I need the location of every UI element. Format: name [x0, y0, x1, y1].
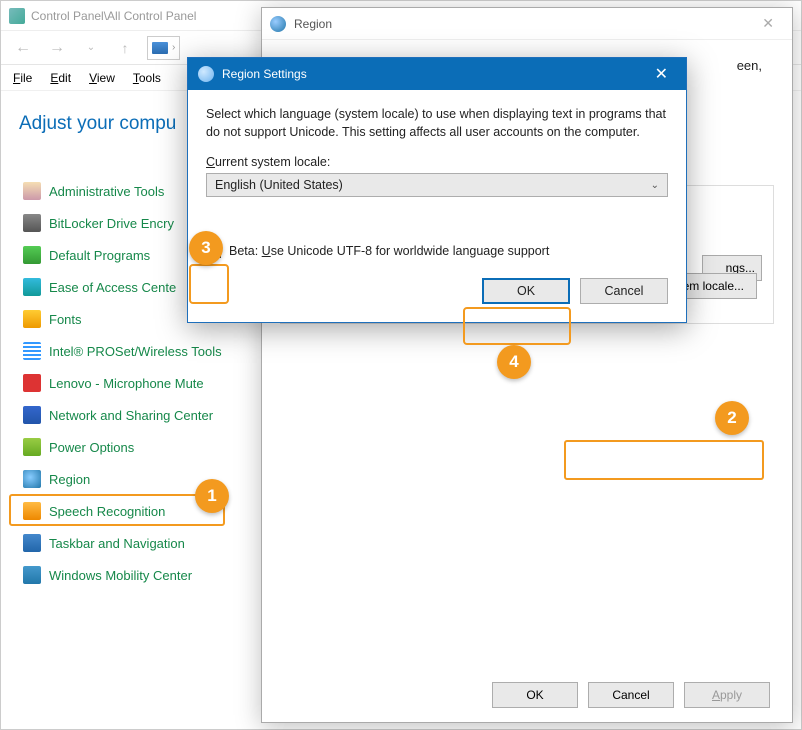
cp-item-label: Lenovo - Microphone Mute: [49, 376, 204, 391]
menu-view[interactable]: View: [89, 71, 115, 85]
cp-item-label: Windows Mobility Center: [49, 568, 192, 583]
step-badge-4: 4: [497, 345, 531, 379]
locale-label: Current system locale:: [206, 155, 668, 169]
cp-item-label: Network and Sharing Center: [49, 408, 213, 423]
close-icon[interactable]: ✕: [752, 11, 784, 36]
control-panel-icon: [9, 8, 25, 24]
rs-cancel-button[interactable]: Cancel: [580, 278, 668, 304]
ease-of-access-icon: [23, 278, 41, 296]
network-icon: [23, 406, 41, 424]
admin-tools-icon: [23, 182, 41, 200]
cp-item-label: Speech Recognition: [49, 504, 165, 519]
recent-dropdown-icon[interactable]: ⌄: [79, 36, 103, 60]
address-bar[interactable]: ›: [147, 36, 180, 60]
up-icon[interactable]: ↑: [113, 36, 137, 60]
step-badge-3: 3: [189, 231, 223, 265]
region-icon: [23, 470, 41, 488]
back-icon[interactable]: ←: [11, 36, 35, 60]
cp-item-label: Administrative Tools: [49, 184, 164, 199]
address-icon: [152, 42, 168, 54]
rs-title: Region Settings: [222, 67, 307, 81]
cp-item-label: Fonts: [49, 312, 82, 327]
forward-icon[interactable]: →: [45, 36, 69, 60]
lenovo-icon: [23, 374, 41, 392]
menu-tools[interactable]: Tools: [133, 71, 161, 85]
cp-item-label: Region: [49, 472, 90, 487]
close-icon[interactable]: ✕: [647, 62, 676, 86]
region-titlebar[interactable]: Region ✕: [262, 8, 792, 40]
region-settings-dialog: Region Settings ✕ Select which language …: [187, 57, 687, 323]
menu-file[interactable]: File: [13, 71, 32, 85]
menu-edit[interactable]: Edit: [50, 71, 71, 85]
fonts-icon: [23, 310, 41, 328]
cp-item-label: Intel® PROSet/Wireless Tools: [49, 344, 222, 359]
cp-item-label: Taskbar and Navigation: [49, 536, 185, 551]
step-badge-2: 2: [715, 401, 749, 435]
locale-select[interactable]: English (United States) ⌄: [206, 173, 668, 197]
step2-highlight: [564, 440, 764, 480]
bitlocker-icon: [23, 214, 41, 232]
cp-item-label: Power Options: [49, 440, 134, 455]
taskbar-icon: [23, 534, 41, 552]
cp-title: Control Panel\All Control Panel: [31, 9, 196, 23]
region-footer: OK Cancel Apply: [492, 682, 770, 708]
default-programs-icon: [23, 246, 41, 264]
chevron-down-icon: ⌄: [651, 180, 659, 191]
globe-icon: [198, 66, 214, 82]
region-title: Region: [294, 17, 332, 31]
cp-item-label: Default Programs: [49, 248, 150, 263]
region-cancel-button[interactable]: Cancel: [588, 682, 674, 708]
power-icon: [23, 438, 41, 456]
region-ok-button[interactable]: OK: [492, 682, 578, 708]
rs-buttons: OK Cancel: [206, 278, 668, 304]
rs-description: Select which language (system locale) to…: [206, 106, 668, 141]
globe-icon: [270, 16, 286, 32]
locale-value: English (United States): [215, 178, 343, 192]
speech-icon: [23, 502, 41, 520]
region-apply-button: Apply: [684, 682, 770, 708]
beta-label: Beta: Use Unicode UTF-8 for worldwide la…: [229, 244, 549, 258]
cp-item-label: Ease of Access Cente: [49, 280, 176, 295]
cp-item-label: BitLocker Drive Encry: [49, 216, 174, 231]
rs-ok-button[interactable]: OK: [482, 278, 570, 304]
step-badge-1: 1: [195, 479, 229, 513]
chevron-right-icon: ›: [172, 42, 175, 53]
intel-icon: [23, 342, 41, 360]
mobility-icon: [23, 566, 41, 584]
rs-body: Select which language (system locale) to…: [188, 90, 686, 322]
rs-titlebar[interactable]: Region Settings ✕: [188, 58, 686, 90]
beta-utf8-row[interactable]: Beta: Use Unicode UTF-8 for worldwide la…: [206, 243, 668, 258]
